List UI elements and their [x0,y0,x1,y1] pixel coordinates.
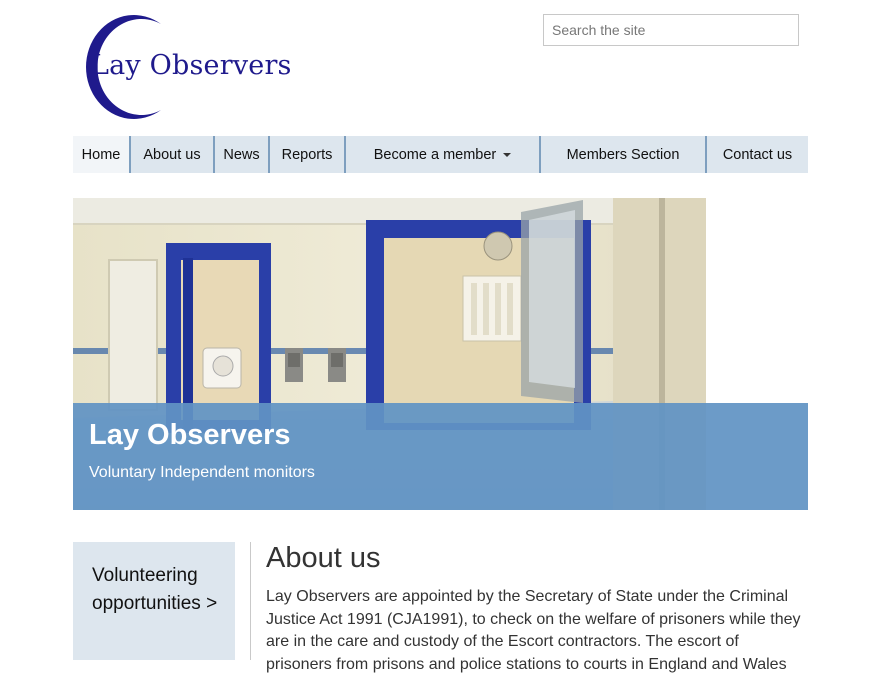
main-nav: Home About us News Reports Become a memb… [73,136,808,173]
nav-label-contact-us: Contact us [722,146,793,163]
nav-label-news: News [223,146,260,163]
hero-subtitle: Voluntary Independent monitors [89,464,315,481]
hero-title: Lay Observers [89,419,291,451]
nav-item-news[interactable]: News [215,136,270,173]
nav-label-about-us: About us [143,146,201,163]
nav-item-members-section[interactable]: Members Section [541,136,707,173]
nav-label-become-a-member: Become a member [373,146,497,163]
site-logo[interactable]: Lay Observers [73,12,293,122]
nav-item-reports[interactable]: Reports [270,136,346,173]
nav-label-members-section: Members Section [566,146,680,163]
nav-item-become-a-member[interactable]: Become a member [346,136,541,173]
nav-item-home[interactable]: Home [73,136,131,173]
search-input[interactable] [543,14,799,46]
content-divider [250,542,251,660]
nav-item-contact-us[interactable]: Contact us [707,136,808,173]
nav-label-reports: Reports [281,146,333,163]
page-title: About us [266,542,381,574]
nav-label-home: Home [81,146,121,163]
hero: Lay Observers Voluntary Independent moni… [73,198,808,510]
volunteering-link-text: Volunteering opportunities > [92,565,218,614]
chevron-down-icon [503,152,512,157]
about-paragraph: Lay Observers are appointed by the Secre… [266,588,801,673]
hero-banner: Lay Observers Voluntary Independent moni… [73,403,808,510]
logo-text: Lay Observers [91,50,292,81]
volunteering-link[interactable]: Volunteering opportunities > [73,542,235,660]
nav-item-about-us[interactable]: About us [131,136,215,173]
